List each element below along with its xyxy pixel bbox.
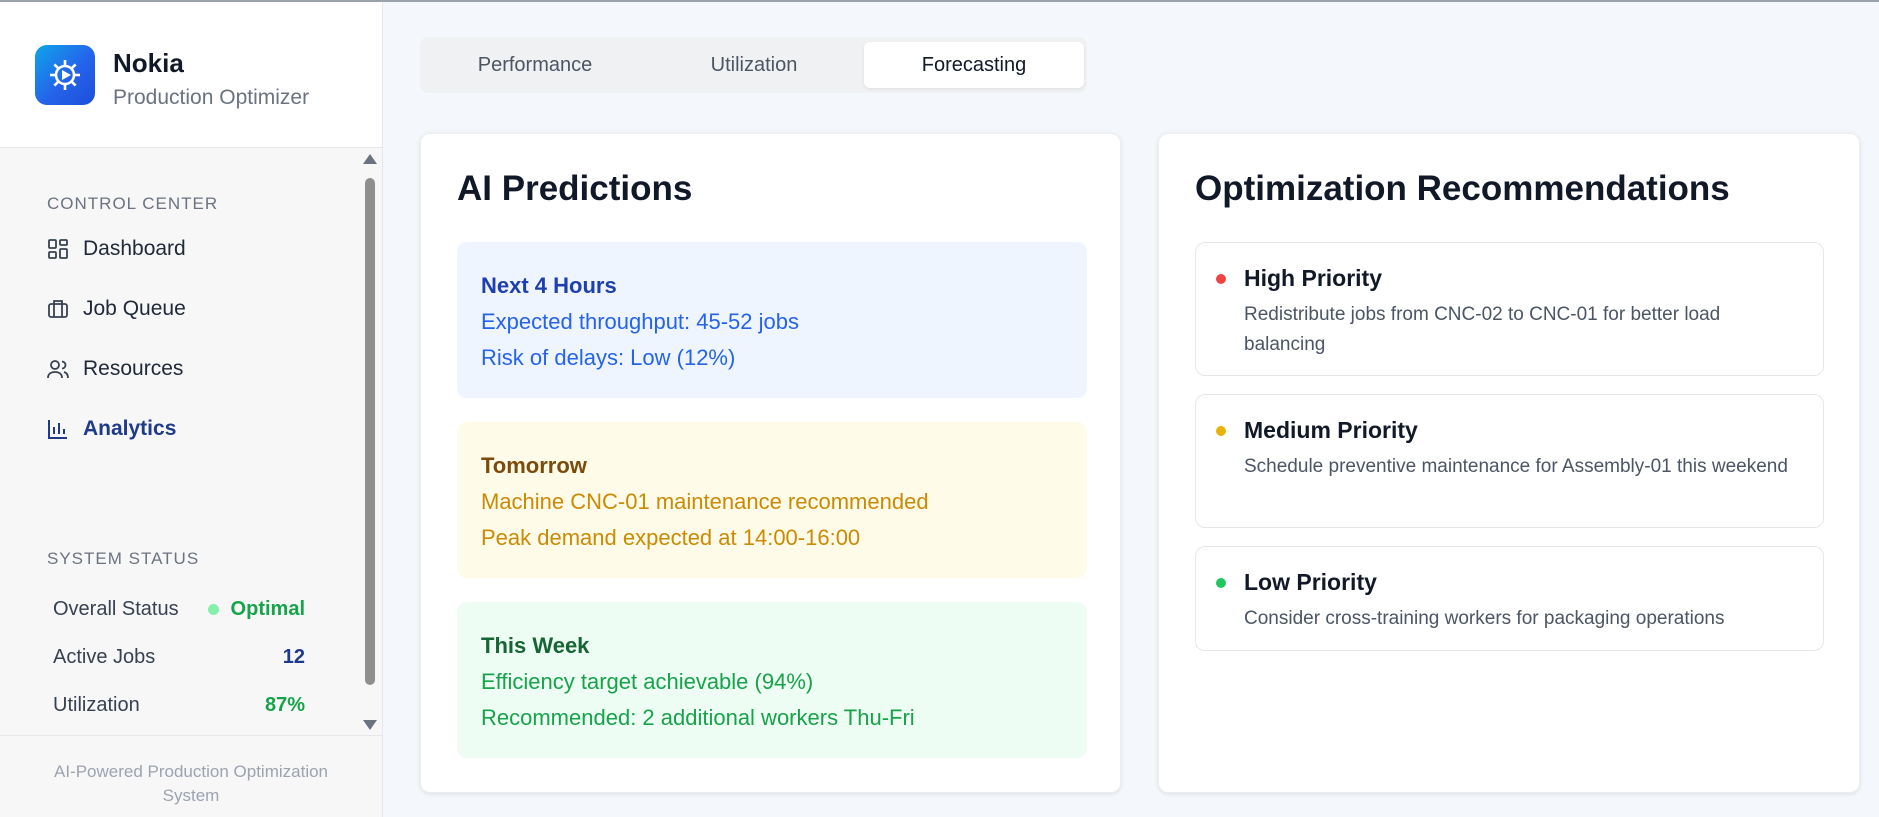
recommendation-priority: Low Priority — [1244, 569, 1377, 595]
prediction-line: Peak demand expected at 14:00-16:00 — [481, 525, 861, 550]
prediction-line: Recommended: 2 additional workers Thu-Fr… — [481, 705, 915, 730]
users-icon — [47, 358, 83, 380]
status-dot-icon — [207, 603, 219, 615]
tab-performance[interactable]: Performance — [425, 42, 645, 88]
recommendation-text: Consider cross-training workers for pack… — [1244, 608, 1725, 629]
recommendation-high[interactable]: High Priority Redistribute jobs from CNC… — [1195, 242, 1824, 376]
prediction-this-week: This Week Efficiency target achievable (… — [457, 602, 1087, 758]
scroll-thumb[interactable] — [365, 178, 375, 685]
sidebar-item-dashboard[interactable]: Dashboard — [47, 229, 347, 269]
sidebar-scroll-area: CONTROL CENTER Dashboard Job Queue Resou… — [0, 149, 382, 734]
brand-name: Nokia — [113, 48, 184, 78]
sidebar-item-analytics[interactable]: Analytics — [47, 409, 347, 449]
sidebar-item-label: Job Queue — [83, 297, 186, 320]
status-row-active-jobs: Active Jobs 12 — [53, 640, 305, 674]
priority-dot-icon — [1216, 426, 1226, 436]
prediction-heading: This Week — [481, 633, 590, 658]
utilization-value: 87% — [264, 693, 305, 716]
prediction-heading: Next 4 Hours — [481, 273, 617, 298]
briefcase-icon — [47, 298, 83, 320]
analytics-tabs: Performance Utilization Forecasting — [420, 37, 1087, 93]
status-label: Active Jobs — [53, 645, 156, 668]
priority-dot-icon — [1216, 578, 1226, 588]
recommendation-low[interactable]: Low Priority Consider cross-training wor… — [1195, 546, 1824, 651]
prediction-heading: Tomorrow — [481, 453, 587, 478]
control-center-title: CONTROL CENTER — [47, 194, 219, 213]
recommendation-text: Redistribute jobs from CNC-02 to CNC-01 … — [1244, 304, 1721, 355]
sidebar-item-job-queue[interactable]: Job Queue — [47, 289, 347, 329]
recommendation-priority: Medium Priority — [1244, 417, 1418, 443]
prediction-line: Efficiency target achievable (94%) — [481, 669, 814, 694]
ai-predictions-card: AI Predictions Next 4 Hours Expected thr… — [420, 133, 1121, 793]
tab-forecasting[interactable]: Forecasting — [864, 42, 1084, 88]
footer-text: AI-Powered Production Optimization Syste… — [53, 762, 329, 805]
sidebar-item-label: Dashboard — [83, 237, 186, 260]
dashboard-icon — [47, 238, 83, 260]
sidebar-item-resources[interactable]: Resources — [47, 349, 347, 389]
recommendation-medium[interactable]: Medium Priority Schedule preventive main… — [1195, 394, 1824, 528]
bar-chart-icon — [47, 418, 83, 440]
prediction-line: Expected throughput: 45-52 jobs — [481, 309, 800, 334]
sidebar-item-label: Resources — [83, 357, 184, 380]
recommendations-card: Optimization Recommendations High Priori… — [1158, 133, 1860, 793]
prediction-line: Risk of delays: Low (12%) — [481, 345, 736, 370]
tab-utilization[interactable]: Utilization — [644, 42, 864, 88]
active-jobs-value: 12 — [282, 645, 305, 668]
brand-subtitle: Production Optimizer — [113, 86, 310, 109]
prediction-tomorrow: Tomorrow Machine CNC-01 maintenance reco… — [457, 422, 1087, 578]
status-value: Optimal — [207, 597, 305, 621]
ai-predictions-title: AI Predictions — [457, 169, 693, 208]
recommendations-title: Optimization Recommendations — [1195, 169, 1730, 208]
gear-logo-icon — [35, 45, 95, 105]
recommendation-text: Schedule preventive maintenance for Asse… — [1244, 456, 1788, 477]
scroll-down-arrow-icon[interactable] — [363, 720, 377, 730]
sidebar-footer: AI-Powered Production Optimization Syste… — [0, 735, 382, 817]
system-status-title: SYSTEM STATUS — [47, 549, 200, 568]
status-row-utilization: Utilization 87% — [53, 688, 305, 722]
sidebar: Nokia Production Optimizer CONTROL CENTE… — [0, 2, 383, 817]
status-row-overall: Overall Status Optimal — [53, 592, 305, 626]
status-label: Overall Status — [53, 597, 179, 620]
overall-status-value: Optimal — [230, 597, 305, 620]
prediction-line: Machine CNC-01 maintenance recommended — [481, 489, 929, 514]
sidebar-item-label: Analytics — [83, 417, 177, 440]
recommendation-priority: High Priority — [1244, 265, 1383, 291]
scroll-up-arrow-icon[interactable] — [363, 154, 377, 164]
status-label: Utilization — [53, 693, 140, 716]
priority-dot-icon — [1216, 274, 1226, 284]
sidebar-scrollbar[interactable] — [362, 154, 378, 734]
brand-header: Nokia Production Optimizer — [0, 2, 382, 148]
prediction-next-4-hours: Next 4 Hours Expected throughput: 45-52 … — [457, 242, 1087, 398]
